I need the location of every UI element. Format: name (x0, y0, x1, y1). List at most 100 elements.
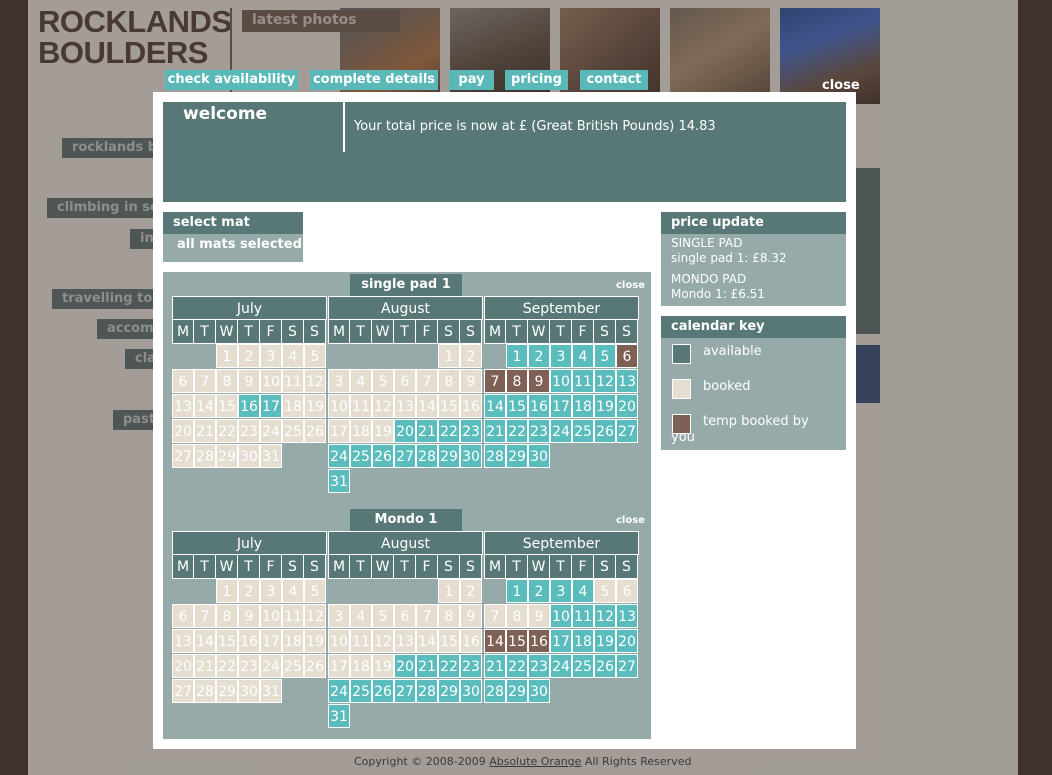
day-cell-booked[interactable]: 3 (328, 604, 350, 628)
day-cell-booked[interactable]: 17 (328, 654, 350, 678)
day-cell-booked[interactable]: 19 (304, 629, 326, 653)
day-cell-booked[interactable]: 1 (438, 579, 460, 603)
day-cell-booked[interactable]: 7 (194, 369, 216, 393)
day-cell-booked[interactable]: 19 (372, 419, 394, 443)
day-cell-booked[interactable]: 23 (238, 419, 260, 443)
day-cell-available[interactable]: 13 (616, 369, 638, 393)
day-cell-temp[interactable]: 14 (484, 629, 506, 653)
day-cell-booked[interactable]: 30 (238, 444, 260, 468)
day-cell-booked[interactable]: 11 (282, 369, 304, 393)
day-cell-temp[interactable]: 7 (484, 369, 506, 393)
day-cell-booked[interactable]: 6 (172, 369, 194, 393)
day-cell-booked[interactable]: 29 (216, 679, 238, 703)
day-cell-temp[interactable]: 9 (528, 369, 550, 393)
day-cell-booked[interactable]: 12 (372, 629, 394, 653)
day-cell-available[interactable]: 28 (416, 444, 438, 468)
tab-pay[interactable]: pay (449, 70, 494, 90)
day-cell-temp[interactable]: 8 (506, 369, 528, 393)
tab-pricing[interactable]: pricing (505, 70, 568, 90)
day-cell-available[interactable]: 27 (394, 444, 416, 468)
day-cell-booked[interactable]: 21 (194, 654, 216, 678)
day-cell-booked[interactable]: 24 (260, 654, 282, 678)
day-cell-booked[interactable]: 18 (282, 394, 304, 418)
day-cell-available[interactable]: 21 (416, 419, 438, 443)
day-cell-booked[interactable]: 7 (484, 604, 506, 628)
day-cell-booked[interactable]: 10 (328, 629, 350, 653)
day-cell-booked[interactable]: 18 (350, 419, 372, 443)
day-cell-available[interactable]: 25 (350, 679, 372, 703)
day-cell-available[interactable]: 29 (438, 444, 460, 468)
day-cell-booked[interactable]: 5 (304, 579, 326, 603)
day-cell-booked[interactable]: 15 (216, 394, 238, 418)
day-cell-booked[interactable]: 9 (460, 604, 482, 628)
day-cell-booked[interactable]: 8 (438, 604, 460, 628)
day-cell-booked[interactable]: 6 (394, 604, 416, 628)
day-cell-available[interactable]: 20 (616, 394, 638, 418)
day-cell-booked[interactable]: 25 (282, 654, 304, 678)
day-cell-booked[interactable]: 19 (304, 394, 326, 418)
day-cell-booked[interactable]: 2 (238, 579, 260, 603)
day-cell-booked[interactable]: 15 (438, 629, 460, 653)
day-cell-available[interactable]: 20 (394, 419, 416, 443)
day-cell-available[interactable]: 13 (616, 604, 638, 628)
day-cell-available[interactable]: 2 (528, 579, 550, 603)
day-cell-booked[interactable]: 4 (350, 369, 372, 393)
day-cell-booked[interactable]: 7 (416, 604, 438, 628)
day-cell-booked[interactable]: 13 (394, 394, 416, 418)
day-cell-booked[interactable]: 1 (216, 579, 238, 603)
day-cell-available[interactable]: 1 (506, 579, 528, 603)
day-cell-available[interactable]: 12 (594, 604, 616, 628)
day-cell-available[interactable]: 24 (550, 654, 572, 678)
day-cell-booked[interactable]: 18 (282, 629, 304, 653)
day-cell-available[interactable]: 27 (616, 654, 638, 678)
day-cell-available[interactable]: 23 (460, 419, 482, 443)
day-cell-booked[interactable]: 31 (260, 679, 282, 703)
day-cell-available[interactable]: 19 (594, 394, 616, 418)
day-cell-booked[interactable]: 4 (350, 604, 372, 628)
day-cell-available[interactable]: 15 (506, 394, 528, 418)
day-cell-booked[interactable]: 13 (172, 629, 194, 653)
day-cell-booked[interactable]: 9 (238, 604, 260, 628)
day-cell-booked[interactable]: 20 (172, 654, 194, 678)
day-cell-available[interactable]: 24 (328, 444, 350, 468)
day-cell-booked[interactable]: 27 (172, 444, 194, 468)
day-cell-available[interactable]: 22 (438, 419, 460, 443)
day-cell-booked[interactable]: 5 (372, 369, 394, 393)
day-cell-available[interactable]: 20 (616, 629, 638, 653)
day-cell-booked[interactable]: 14 (416, 629, 438, 653)
day-cell-available[interactable]: 25 (572, 654, 594, 678)
day-cell-booked[interactable]: 13 (172, 394, 194, 418)
day-cell-booked[interactable]: 6 (616, 579, 638, 603)
day-cell-booked[interactable]: 8 (216, 604, 238, 628)
day-cell-booked[interactable]: 17 (260, 629, 282, 653)
day-cell-temp[interactable]: 6 (616, 344, 638, 368)
day-cell-booked[interactable]: 2 (460, 344, 482, 368)
day-cell-booked[interactable]: 12 (304, 369, 326, 393)
day-cell-available[interactable]: 26 (594, 419, 616, 443)
day-cell-booked[interactable]: 16 (460, 629, 482, 653)
day-cell-available[interactable]: 19 (594, 629, 616, 653)
day-cell-booked[interactable]: 1 (216, 344, 238, 368)
day-cell-available[interactable]: 28 (484, 444, 506, 468)
day-cell-booked[interactable]: 11 (350, 394, 372, 418)
day-cell-available[interactable]: 17 (260, 394, 282, 418)
day-cell-available[interactable]: 10 (550, 369, 572, 393)
day-cell-available[interactable]: 22 (506, 654, 528, 678)
day-cell-booked[interactable]: 12 (372, 394, 394, 418)
day-cell-available[interactable]: 28 (484, 679, 506, 703)
day-cell-booked[interactable]: 18 (350, 654, 372, 678)
day-cell-available[interactable]: 21 (416, 654, 438, 678)
day-cell-booked[interactable]: 24 (260, 419, 282, 443)
day-cell-booked[interactable]: 12 (304, 604, 326, 628)
day-cell-available[interactable]: 23 (460, 654, 482, 678)
day-cell-available[interactable]: 30 (460, 444, 482, 468)
day-cell-booked[interactable]: 7 (194, 604, 216, 628)
day-cell-available[interactable]: 26 (372, 444, 394, 468)
day-cell-booked[interactable]: 4 (282, 344, 304, 368)
day-cell-booked[interactable]: 2 (460, 579, 482, 603)
day-cell-available[interactable]: 24 (550, 419, 572, 443)
day-cell-booked[interactable]: 7 (416, 369, 438, 393)
day-cell-booked[interactable]: 21 (194, 419, 216, 443)
day-cell-available[interactable]: 25 (572, 419, 594, 443)
day-cell-booked[interactable]: 8 (216, 369, 238, 393)
